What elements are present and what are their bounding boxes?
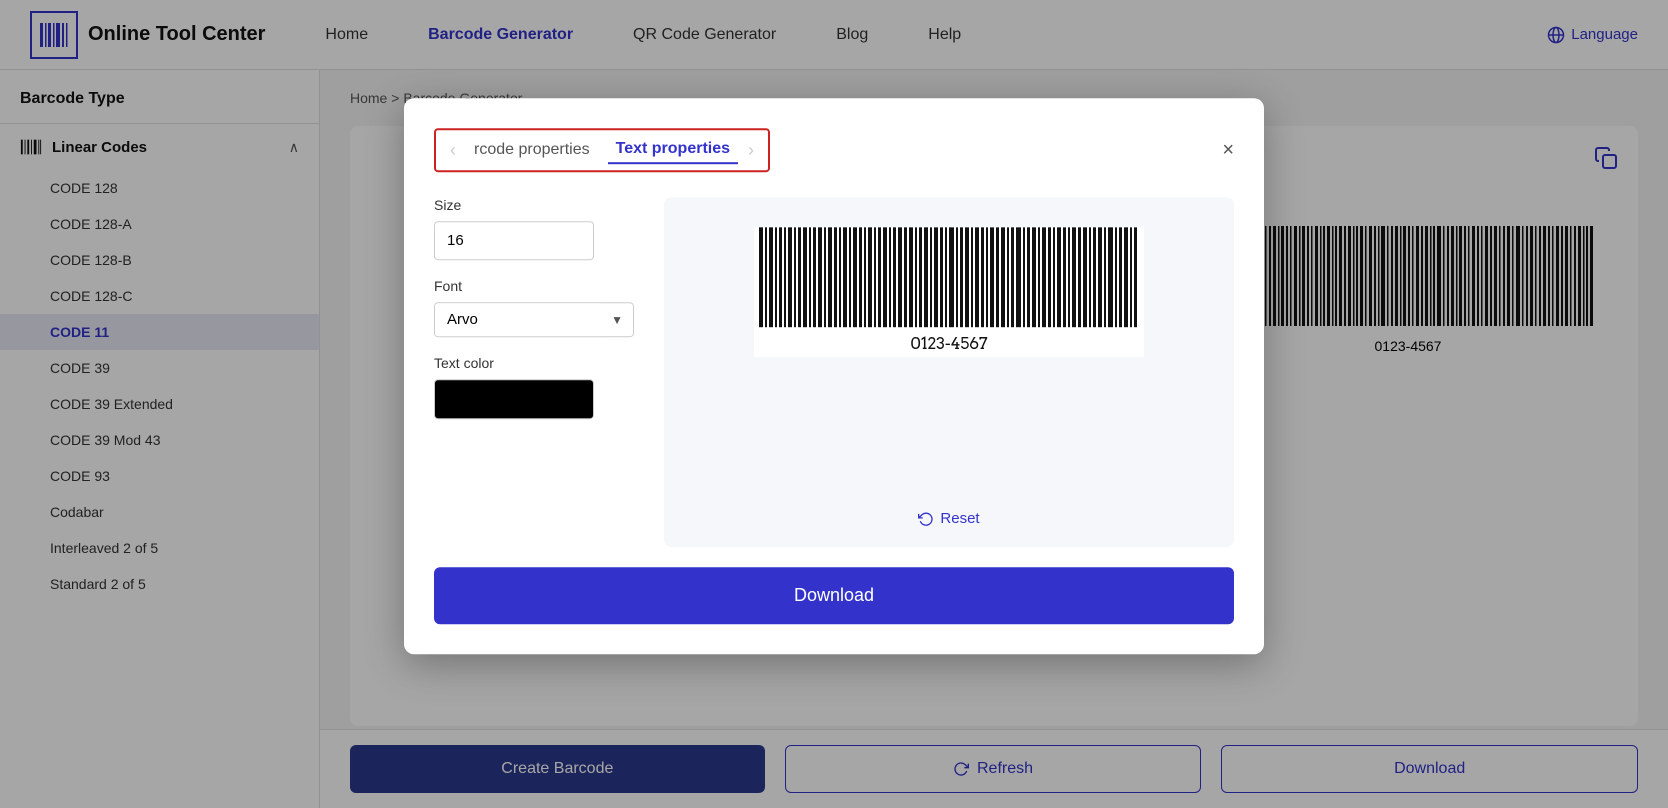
font-select-wrapper: Arvo Arial Times New Roman Courier ▼ [434,302,634,337]
size-label: Size [434,197,634,213]
reset-button[interactable]: Reset [918,510,979,527]
text-color-swatch[interactable] [434,379,594,419]
text-color-label: Text color [434,355,634,371]
modal-right-panel: 0123-4567 Reset [664,197,1234,547]
reset-label: Reset [940,510,979,527]
tab-prev-arrow[interactable]: ‹ [450,140,456,161]
font-label: Font [434,278,634,294]
font-select[interactable]: Arvo Arial Times New Roman Courier [435,303,601,336]
modal-download-button[interactable]: Download [434,567,1234,624]
modal-close-button[interactable]: × [1222,139,1234,162]
modal-tabs: ‹ rcode properties Text properties › [434,128,770,172]
select-arrow-icon: ▼ [601,313,633,327]
tab-text-properties[interactable]: Text properties [608,136,738,164]
modal: ‹ rcode properties Text properties › × S… [404,98,1264,654]
barcode-preview-container: 0123-4567 [754,227,1144,357]
tab-barcode-label: rcode properties [474,141,590,159]
size-input-wrapper: ▲ ▼ [434,221,594,260]
modal-header: ‹ rcode properties Text properties › × [434,128,1234,172]
modal-barcode-svg: 0123-4567 [754,227,1144,357]
barcode-text: 0123-4567 [911,334,989,353]
tab-text-label: Text properties [616,140,730,158]
modal-body: Size ▲ ▼ Font Arvo Arial Times New Roman… [434,197,1234,547]
tab-barcode-properties[interactable]: rcode properties [466,137,598,163]
reset-icon [918,511,934,527]
size-input[interactable] [435,224,594,257]
modal-left-panel: Size ▲ ▼ Font Arvo Arial Times New Roman… [434,197,634,547]
tab-next-arrow[interactable]: › [748,140,754,161]
